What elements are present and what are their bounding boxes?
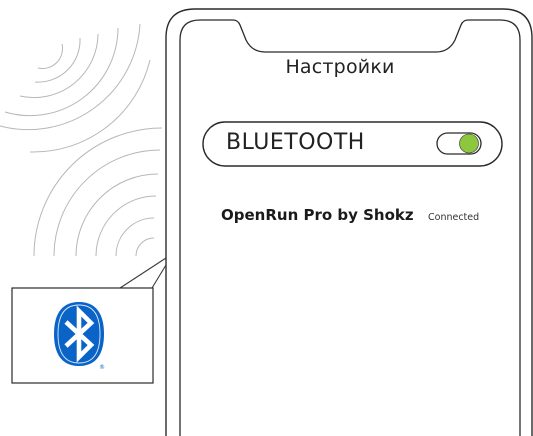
paired-device-name[interactable]: OpenRun Pro by Shokz xyxy=(221,206,414,224)
radio-waves-lower-icon xyxy=(33,127,163,257)
bluetooth-label: BLUETOOTH xyxy=(226,130,365,155)
paired-device-status: Connected xyxy=(428,212,480,223)
bluetooth-logo-icon xyxy=(54,302,104,366)
callout-pointer xyxy=(119,257,167,289)
bluetooth-toggle-switch[interactable] xyxy=(436,132,482,155)
registered-mark: ® xyxy=(99,364,105,371)
screen-title: Настройки xyxy=(285,56,395,78)
